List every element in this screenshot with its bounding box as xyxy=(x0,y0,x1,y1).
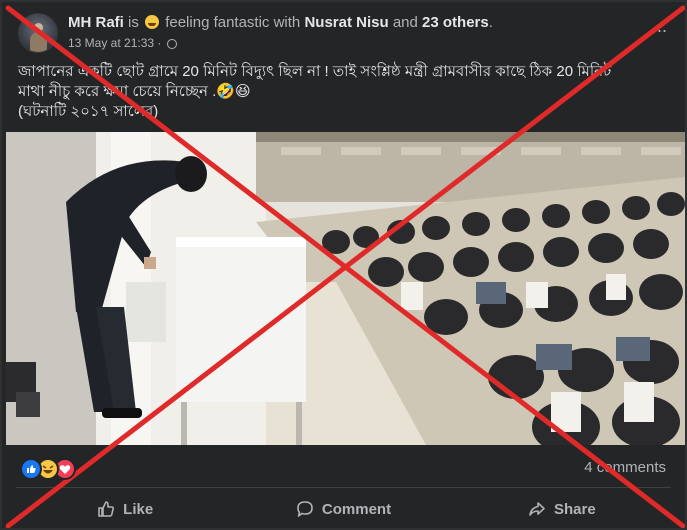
is-text: is xyxy=(128,14,139,31)
feeling-emoji-icon xyxy=(145,15,160,29)
heart-icon xyxy=(59,465,71,474)
author-avatar[interactable] xyxy=(18,13,58,53)
post-meta: 13 May at 21:33 · xyxy=(68,36,177,50)
feeling-text: feeling fantastic with xyxy=(165,14,301,31)
share-icon xyxy=(529,502,545,516)
like-icon xyxy=(98,501,115,517)
comment-icon xyxy=(297,501,313,517)
post-text-line: মাথা নীচু করে ক্ষমা চেয়ে নিচ্ছেন .🤣😆 xyxy=(18,83,251,100)
post-header: MH Rafi is feeling fantastic with Nusrat… xyxy=(18,13,678,53)
reaction-summary[interactable] xyxy=(20,458,76,480)
attribution-period: . xyxy=(488,14,493,31)
comment-button[interactable]: Comment xyxy=(234,492,452,526)
share-button[interactable]: Share xyxy=(453,492,671,526)
share-label: Share xyxy=(553,500,596,518)
avatar-figure-body xyxy=(30,32,47,52)
like-reaction-icon xyxy=(20,458,42,480)
like-label: Like xyxy=(123,500,154,518)
post-text-line: জাপানের একটি ছোট গ্রামে 20 মিনিট বিদ্যুৎ… xyxy=(18,63,612,80)
post-text-line: (ঘটনাটি ২০১৭ সালের) xyxy=(18,103,159,120)
post-text: জাপানের একটি ছোট গ্রামে 20 মিনিট বিদ্যুৎ… xyxy=(18,62,673,122)
post-attribution: MH Rafi is feeling fantastic with Nusrat… xyxy=(68,14,493,31)
actions-divider xyxy=(16,487,671,488)
post-actions: Like Comment Share xyxy=(16,492,671,526)
tagged-person[interactable]: Nusrat Nisu xyxy=(304,14,388,31)
author-name[interactable]: MH Rafi xyxy=(68,14,124,31)
comment-label: Comment xyxy=(321,500,392,518)
like-button[interactable]: Like xyxy=(16,492,234,526)
more-options-icon[interactable]: ··· xyxy=(646,17,672,43)
photo-scene xyxy=(6,132,685,445)
and-text: and xyxy=(392,14,418,31)
thumbs-up-icon xyxy=(27,465,36,473)
facebook-post: MH Rafi is feeling fantastic with Nusrat… xyxy=(0,0,687,530)
globe-icon xyxy=(166,39,177,49)
others-link[interactable]: 23 others xyxy=(422,14,489,31)
comments-count-link[interactable]: 4 comments xyxy=(584,459,666,476)
post-photo[interactable] xyxy=(6,132,685,445)
avatar-figure-head xyxy=(34,23,43,32)
post-timestamp[interactable]: 13 May at 21:33 · xyxy=(68,36,161,50)
